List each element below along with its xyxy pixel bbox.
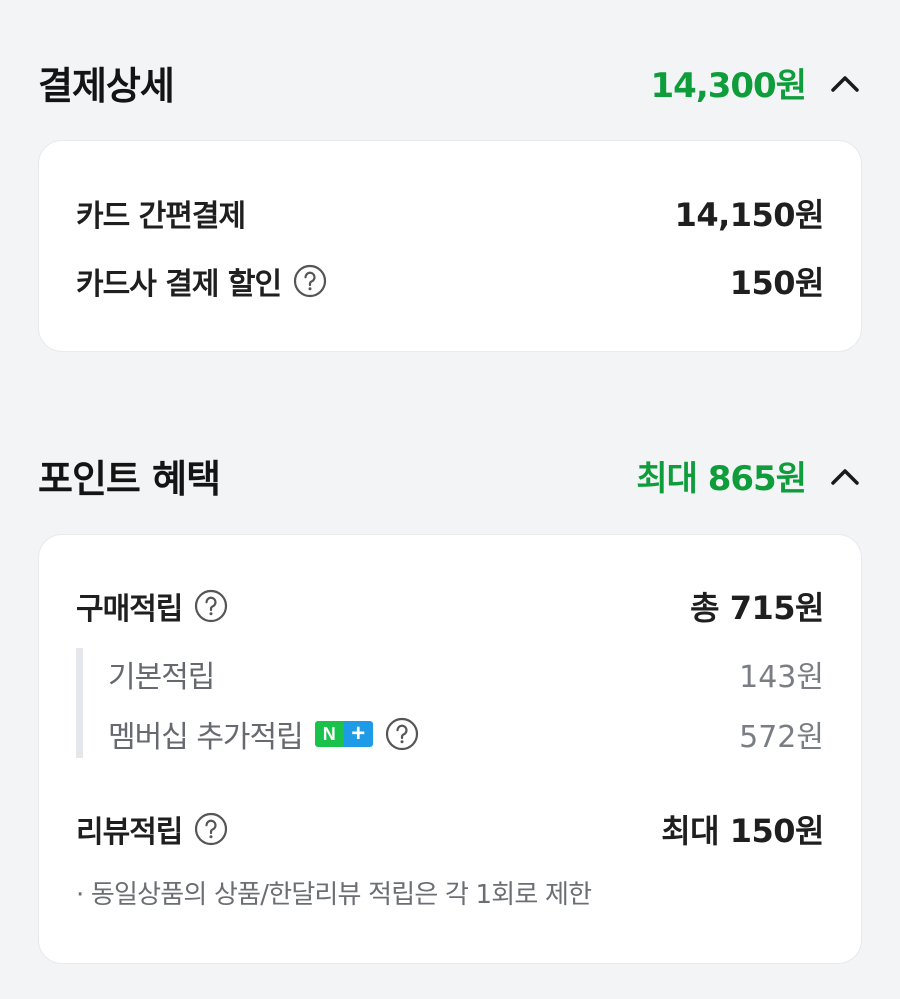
payment-detail-toggle[interactable]: 14,300원 (651, 58, 862, 107)
review-points-row: 리뷰적립 최대 150원 (76, 806, 824, 852)
payment-detail-title: 결제상세 (38, 64, 175, 108)
purchase-points-value: 총 715원 (690, 589, 824, 627)
chevron-up-icon[interactable] (828, 66, 862, 100)
payment-detail-header: 결제상세 14,300원 (38, 55, 862, 110)
payment-total-amount: 14,300원 (650, 66, 807, 106)
payment-row-card-easypay: 카드 간편결제 14,150원 (76, 190, 825, 236)
payment-label: 카드 간편결제 (76, 199, 246, 234)
help-circle-icon[interactable] (194, 589, 228, 623)
npay-plus-icon: + (343, 721, 373, 747)
membership-points-row: 멤버십 추가적립 N + 572원 (108, 712, 824, 756)
payment-value: 150원 (729, 264, 825, 302)
membership-points-label: 멤버십 추가적립 (108, 720, 304, 755)
npay-plus-badge: N + (314, 721, 373, 747)
points-title: 포인트 혜택 (38, 457, 221, 501)
sub-items-indicator (76, 648, 83, 758)
payment-row-card-discount: 카드사 결제 할인 150원 (76, 258, 825, 304)
points-header: 포인트 혜택 최대 865원 (38, 448, 862, 503)
purchase-points-label: 구매적립 (76, 592, 183, 627)
basic-points-row: 기본적립 143원 (108, 652, 824, 696)
basic-points-label: 기본적립 (108, 660, 215, 695)
chevron-up-icon[interactable] (828, 459, 862, 493)
payment-value: 14,150원 (674, 196, 825, 234)
points-total-amount: 최대 865원 (636, 459, 807, 499)
help-circle-icon[interactable] (194, 812, 228, 846)
payment-detail-card (38, 140, 862, 352)
review-points-note: · 동일상품의 상품/한달리뷰 적립은 각 1회로 제한 (76, 880, 592, 910)
membership-points-value: 572원 (739, 720, 824, 755)
payment-label: 카드사 결제 할인 (76, 267, 282, 302)
npay-n-icon: N (314, 721, 344, 747)
basic-points-value: 143원 (739, 660, 824, 695)
help-circle-icon[interactable] (385, 717, 419, 751)
help-circle-icon[interactable] (293, 264, 327, 298)
review-points-value: 최대 150원 (661, 812, 824, 850)
purchase-points-row: 구매적립 총 715원 (76, 583, 824, 629)
points-toggle[interactable]: 최대 865원 (636, 451, 862, 500)
review-points-label: 리뷰적립 (76, 815, 183, 850)
